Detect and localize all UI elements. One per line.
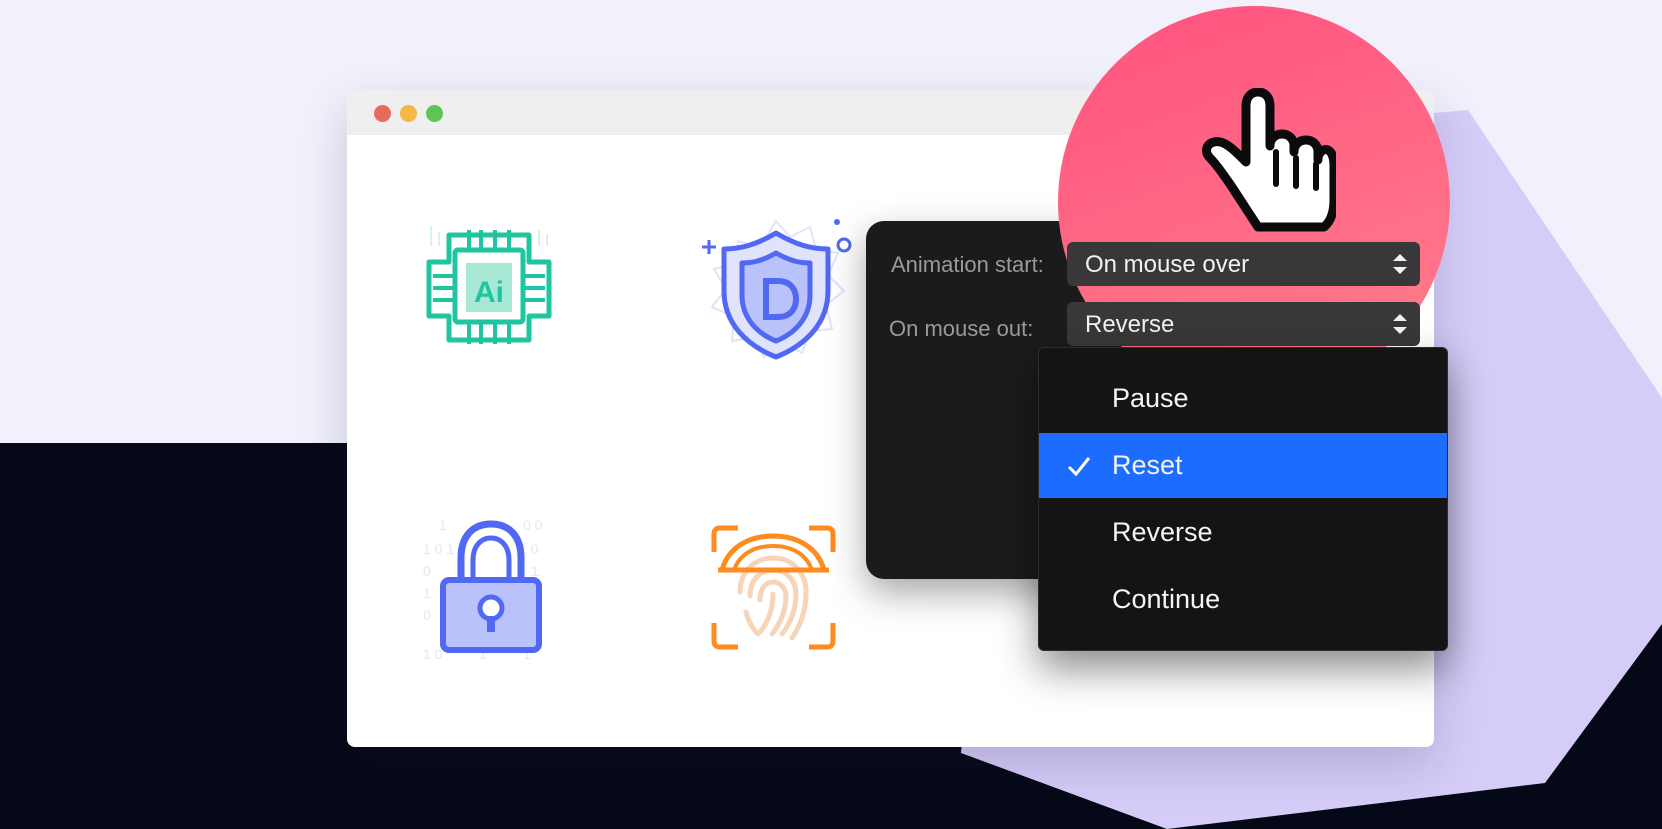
hand-pointer-icon bbox=[1202, 88, 1336, 232]
page: Ai 10 0 1 0 1 01 0 01 10 01 1 011 bbox=[0, 0, 1662, 829]
menu-item-label: Reverse bbox=[1112, 517, 1213, 547]
mouse-out-select[interactable]: Reverse bbox=[1067, 302, 1420, 346]
svg-text:1: 1 bbox=[439, 517, 447, 533]
checkmark-icon bbox=[1067, 457, 1091, 477]
svg-text:0: 0 bbox=[423, 607, 431, 623]
menu-item-continue[interactable]: Continue bbox=[1039, 567, 1447, 632]
mouse-out-dropdown-menu: Pause Reset Reverse Continue bbox=[1038, 347, 1448, 651]
svg-text:0: 0 bbox=[423, 563, 431, 579]
menu-item-pause[interactable]: Pause bbox=[1039, 366, 1447, 431]
animation-start-select[interactable]: On mouse over bbox=[1067, 242, 1420, 286]
svg-text:0 0: 0 0 bbox=[523, 517, 543, 533]
svg-text:Ai: Ai bbox=[474, 276, 504, 309]
fingerprint-scan-icon[interactable] bbox=[710, 524, 837, 651]
svg-text:1: 1 bbox=[423, 585, 431, 601]
minimize-window-button[interactable] bbox=[400, 105, 417, 122]
close-window-button[interactable] bbox=[374, 105, 391, 122]
shield-d-icon[interactable] bbox=[698, 219, 853, 361]
maximize-window-button[interactable] bbox=[426, 105, 443, 122]
animation-start-label: Animation start: bbox=[891, 252, 1044, 277]
animation-start-value: On mouse over bbox=[1085, 251, 1250, 278]
padlock-icon[interactable]: 10 0 1 0 1 01 0 01 10 01 1 011 bbox=[419, 516, 561, 661]
select-arrows-icon bbox=[1393, 254, 1407, 274]
mouse-out-value: Reverse bbox=[1085, 311, 1175, 338]
select-arrows-icon bbox=[1393, 314, 1407, 334]
svg-text:1 0: 1 0 bbox=[423, 646, 443, 661]
menu-item-reset[interactable]: Reset bbox=[1039, 433, 1447, 498]
svg-text:1: 1 bbox=[531, 563, 539, 579]
mouse-out-label: On mouse out: bbox=[889, 316, 1034, 341]
menu-item-reverse[interactable]: Reverse bbox=[1039, 500, 1447, 565]
menu-item-label: Continue bbox=[1112, 584, 1221, 614]
menu-item-label: Reset bbox=[1112, 450, 1183, 480]
menu-item-label: Pause bbox=[1112, 383, 1189, 413]
ai-chip-icon[interactable]: Ai bbox=[419, 222, 559, 354]
